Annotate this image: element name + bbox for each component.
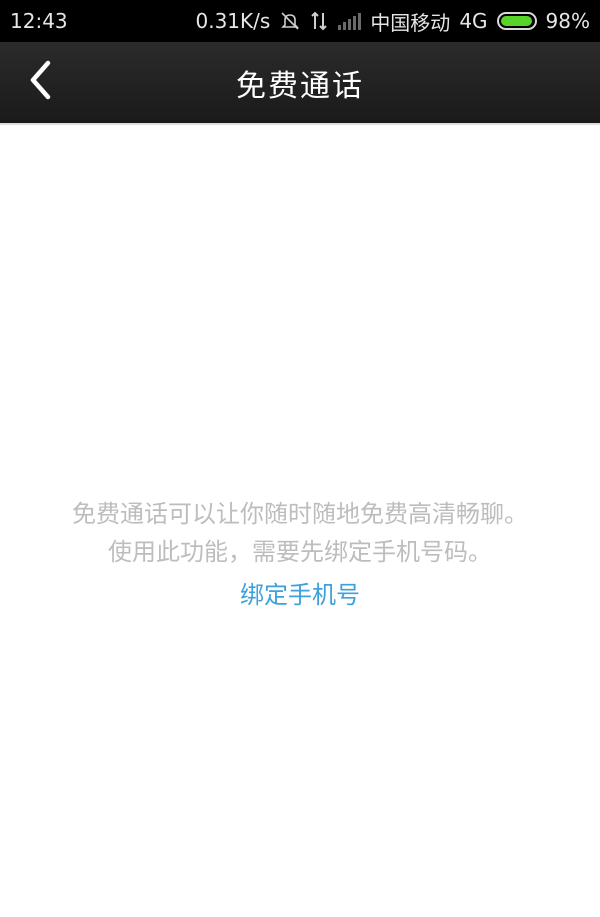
data-transfer-icon [310, 10, 328, 32]
page-title: 免费通话 [236, 68, 364, 104]
status-right-group: 0.31K/s 中国移动 4G 98% [196, 7, 591, 36]
battery-fill [500, 16, 532, 26]
network-type: 4G [459, 9, 488, 33]
carrier-name: 中国移动 [370, 10, 451, 35]
battery-percent: 98% [545, 9, 590, 33]
status-time: 12:43 [10, 9, 68, 33]
message-line-2: 使用此功能，需要先绑定手机号码。 [108, 538, 492, 566]
signal-icon [337, 11, 362, 31]
battery-icon [496, 12, 537, 30]
main-content: 免费通话可以让你随时随地免费高清畅聊。 使用此功能，需要先绑定手机号码。 绑定手… [0, 125, 600, 917]
bind-phone-link[interactable]: 绑定手机号 [0, 575, 600, 610]
message-line-1: 免费通话可以让你随时随地免费高清畅聊。 [72, 500, 528, 528]
mute-icon [279, 10, 301, 32]
network-speed: 0.31K/s [195, 9, 271, 33]
title-bar: 免费通话 [0, 42, 600, 125]
status-bar: 12:43 0.31K/s 中国移动 4G 98% [0, 0, 600, 42]
info-message: 免费通话可以让你随时随地免费高清畅聊。 使用此功能，需要先绑定手机号码。 [0, 495, 600, 571]
